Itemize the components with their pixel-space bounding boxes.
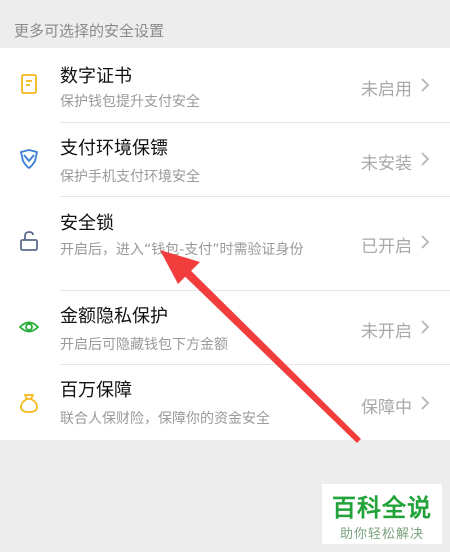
chevron-right-icon — [421, 152, 430, 166]
chevron-right-icon — [421, 320, 430, 334]
row-subtitle: 保护手机支付环境安全 — [60, 169, 200, 185]
row-status: 未安装 — [361, 154, 412, 174]
shield-icon — [20, 149, 38, 169]
settings-row-amount-privacy[interactable]: 金额隐私保护 开启后可隐藏钱包下方金额 未开启 — [0, 290, 450, 364]
money-bag-icon — [20, 394, 38, 413]
row-title: 支付环境保镖 — [60, 138, 168, 159]
row-title: 安全锁 — [60, 213, 114, 234]
settings-row-million-guarantee[interactable]: 百万保障 联合人保财险，保障你的资金安全 保障中 — [0, 364, 450, 440]
row-title: 百万保障 — [60, 380, 132, 401]
certificate-icon — [21, 74, 37, 94]
settings-row-digital-certificate[interactable]: 数字证书 保护钱包提升支付安全 未启用 — [0, 48, 450, 122]
chevron-right-icon — [421, 396, 430, 410]
watermark-subtitle: 助你轻松解决 — [339, 527, 424, 542]
settings-list: 数字证书 保护钱包提升支付安全 未启用 支付环境保镖 保护手机支付环境安全 未安… — [0, 48, 450, 440]
row-subtitle: 开启后，进入“钱包-支付”时需验证身份 — [60, 242, 304, 258]
security-settings-page: 更多可选择的安全设置 数字证书 保护钱包提升支付安全 未启用 支付环境保镖 保护… — [0, 0, 450, 552]
row-status: 保障中 — [361, 398, 412, 418]
settings-row-security-lock[interactable]: 安全锁 开启后，进入“钱包-支付”时需验证身份 已开启 — [0, 196, 450, 290]
row-subtitle: 保护钱包提升支付安全 — [60, 94, 200, 110]
chevron-right-icon — [421, 235, 430, 249]
row-status: 已开启 — [361, 237, 412, 257]
settings-row-payment-guard[interactable]: 支付环境保镖 保护手机支付环境安全 未安装 — [0, 122, 450, 196]
lock-icon — [20, 231, 38, 251]
row-status: 未开启 — [361, 322, 412, 342]
row-subtitle: 开启后可隐藏钱包下方金额 — [60, 337, 228, 353]
section-header: 更多可选择的安全设置 — [14, 22, 165, 40]
watermark-logo: 百科全说 助你轻松解决 — [322, 484, 442, 544]
row-status: 未启用 — [361, 80, 412, 100]
watermark-title: 百科全说 — [332, 494, 432, 522]
row-title: 金额隐私保护 — [60, 306, 168, 327]
row-title: 数字证书 — [60, 66, 132, 87]
row-subtitle: 联合人保财险，保障你的资金安全 — [60, 411, 270, 427]
eye-icon — [18, 321, 40, 333]
chevron-right-icon — [421, 78, 430, 92]
